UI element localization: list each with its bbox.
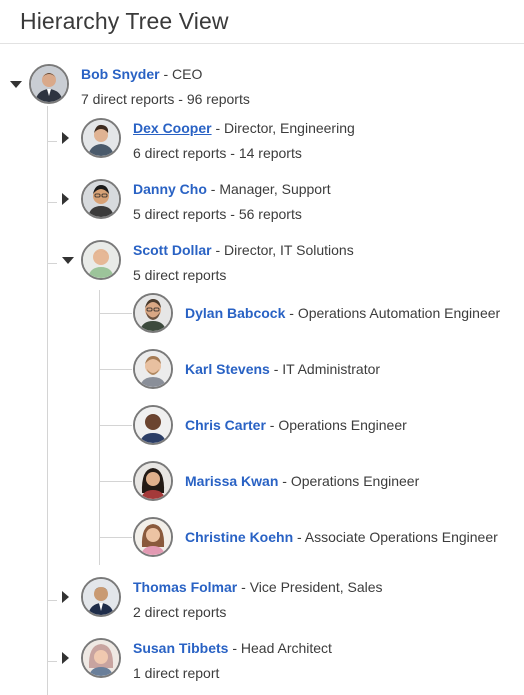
person-title: Operations Automation Engineer <box>297 305 501 321</box>
expand-toggle-dex-cooper[interactable] <box>58 131 72 145</box>
tree-connector-branch <box>47 202 57 203</box>
person-title: Head Architect <box>240 640 332 656</box>
avatar[interactable] <box>133 461 173 501</box>
caret-right-icon <box>62 591 69 603</box>
person-title: Operations Engineer <box>290 473 420 489</box>
person-title: CEO <box>172 66 203 82</box>
report-stats: 7 direct reports - 96 reports <box>81 91 250 107</box>
person-title: Vice President, Sales <box>249 579 383 595</box>
tree-connector-leaf <box>99 369 132 370</box>
person-name-link[interactable]: Marissa Kwan <box>185 473 278 489</box>
person-title: IT Administrator <box>282 361 381 377</box>
expand-toggle-susan-tibbets[interactable] <box>58 651 72 665</box>
avatar[interactable] <box>81 118 121 158</box>
person-name-link[interactable]: Thomas Folmar <box>133 579 237 595</box>
avatar[interactable] <box>81 577 121 617</box>
caret-down-icon <box>62 257 74 264</box>
caret-down-icon <box>10 81 22 88</box>
expand-toggle-scott-dollar[interactable] <box>61 253 75 267</box>
tree-connector-branch <box>47 600 57 601</box>
expand-toggle-thomas-folmar[interactable] <box>58 590 72 604</box>
avatar[interactable] <box>81 240 121 280</box>
avatar[interactable] <box>133 405 173 445</box>
tree-connector-branch <box>47 141 57 142</box>
caret-right-icon <box>62 193 69 205</box>
report-stats: 6 direct reports - 14 reports <box>133 145 302 161</box>
report-stats: 5 direct reports - 56 reports <box>133 206 302 222</box>
expand-toggle-danny-cho[interactable] <box>58 192 72 206</box>
caret-right-icon <box>62 132 69 144</box>
report-stats: 1 direct report <box>133 665 220 681</box>
person-name-link[interactable]: Bob Snyder <box>81 66 160 82</box>
avatar[interactable] <box>81 179 121 219</box>
person-name-link[interactable]: Karl Stevens <box>185 361 270 377</box>
avatar[interactable] <box>81 638 121 678</box>
tree-connector-leaf <box>99 537 132 538</box>
person-name-link[interactable]: Scott Dollar <box>133 242 212 258</box>
tree-connector-branch <box>47 263 57 264</box>
tree-connector-leaf <box>99 313 132 314</box>
person-name-link[interactable]: Chris Carter <box>185 417 266 433</box>
page-title: Hierarchy Tree View <box>20 8 229 34</box>
person-name-link[interactable]: Dex Cooper <box>133 120 212 136</box>
expand-toggle-bob-snyder[interactable] <box>9 77 23 91</box>
person-name-link[interactable]: Dylan Babcock <box>185 305 285 321</box>
report-stats: 5 direct reports <box>133 267 227 283</box>
avatar[interactable] <box>29 64 69 104</box>
person-title: Manager, Support <box>219 181 331 197</box>
person-name-link[interactable]: Susan Tibbets <box>133 640 228 656</box>
tree-connector-leaf <box>99 481 132 482</box>
avatar[interactable] <box>133 293 173 333</box>
hierarchy-tree: Bob Snyder - CEO 7 direct reports - 96 r… <box>0 44 524 695</box>
caret-right-icon <box>62 652 69 664</box>
page-header: Hierarchy Tree View <box>0 0 524 44</box>
person-title: Associate Operations Engineer <box>304 529 498 545</box>
person-name-link[interactable]: Christine Koehn <box>185 529 293 545</box>
report-stats: 2 direct reports <box>133 604 227 620</box>
person-title: Operations Engineer <box>278 417 407 433</box>
avatar[interactable] <box>133 349 173 389</box>
person-title: Director, IT Solutions <box>224 242 354 258</box>
tree-connector-root <box>47 106 48 695</box>
tree-connector-leaf <box>99 425 132 426</box>
tree-connector-branch <box>47 661 57 662</box>
tree-connector-scott <box>99 290 100 565</box>
avatar[interactable] <box>133 517 173 557</box>
person-name-link[interactable]: Danny Cho <box>133 181 207 197</box>
person-title: Director, Engineering <box>224 120 355 136</box>
